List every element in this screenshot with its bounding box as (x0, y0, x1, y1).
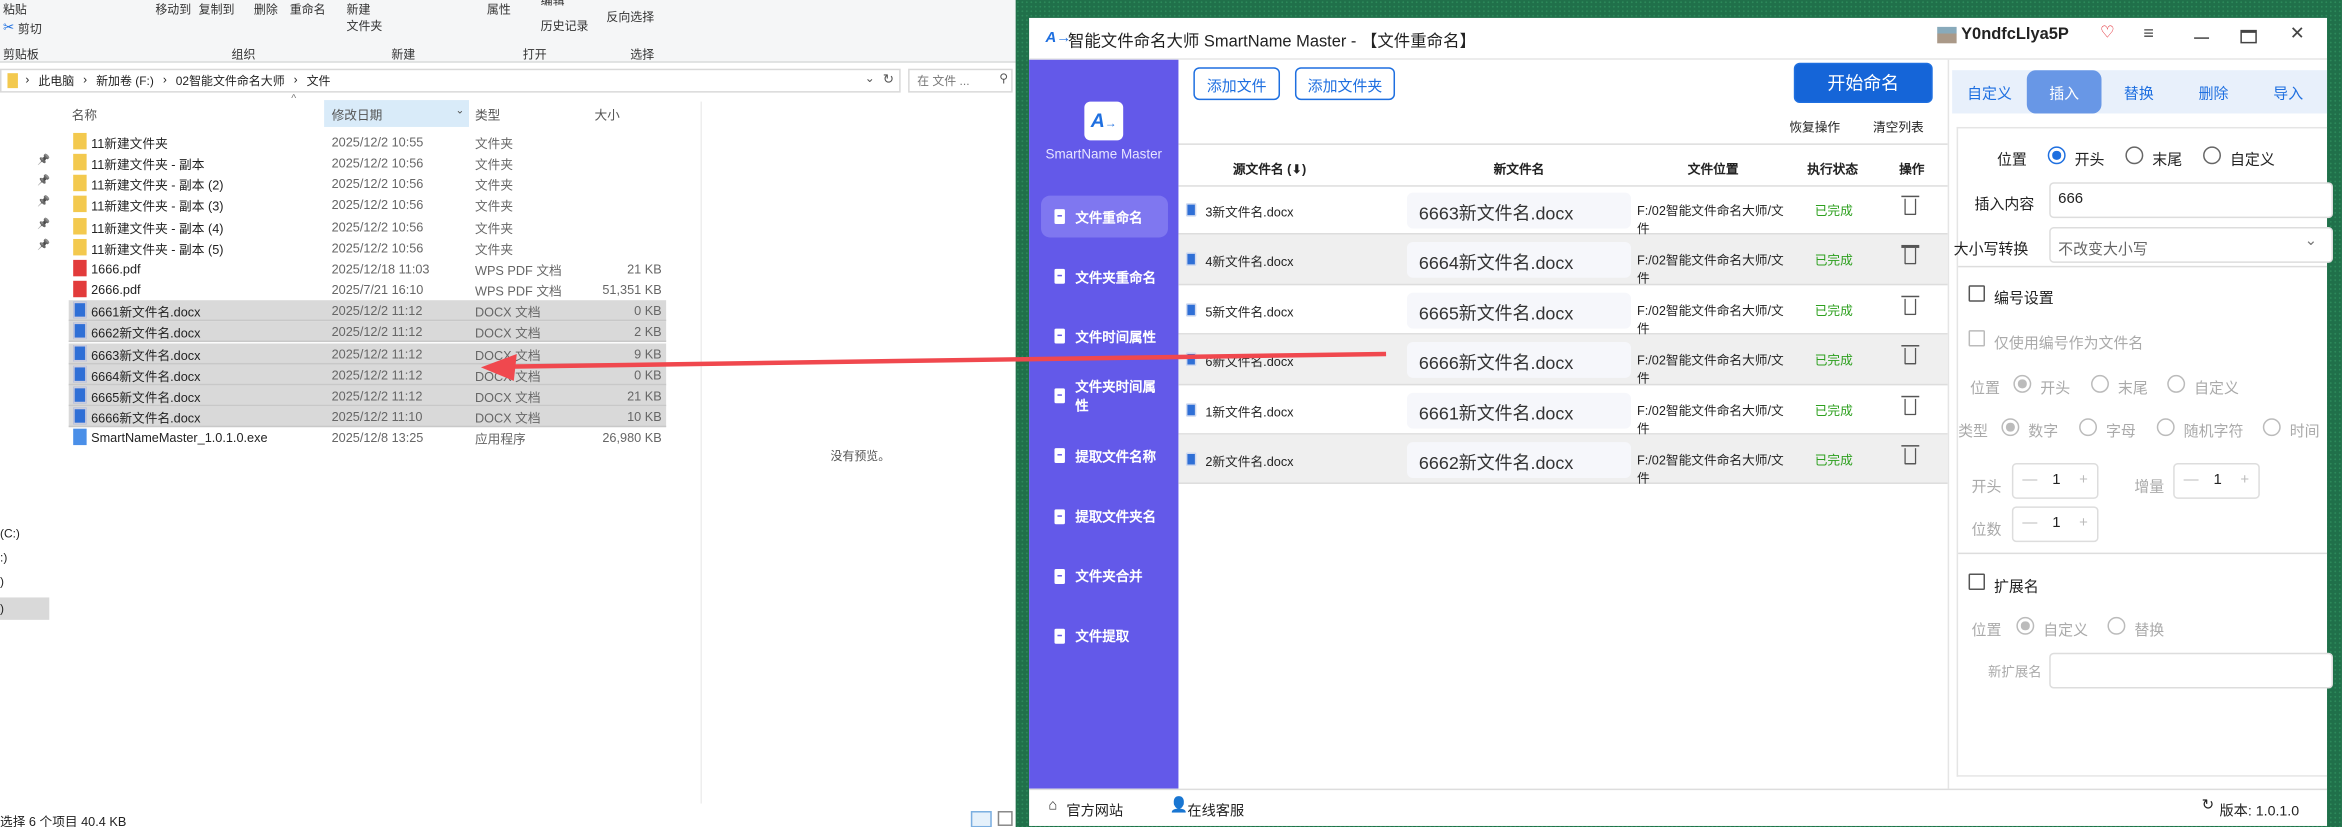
red-arrow-annotation (480, 351, 1387, 381)
arrow-head (480, 353, 517, 381)
arrow-line (507, 351, 1387, 369)
